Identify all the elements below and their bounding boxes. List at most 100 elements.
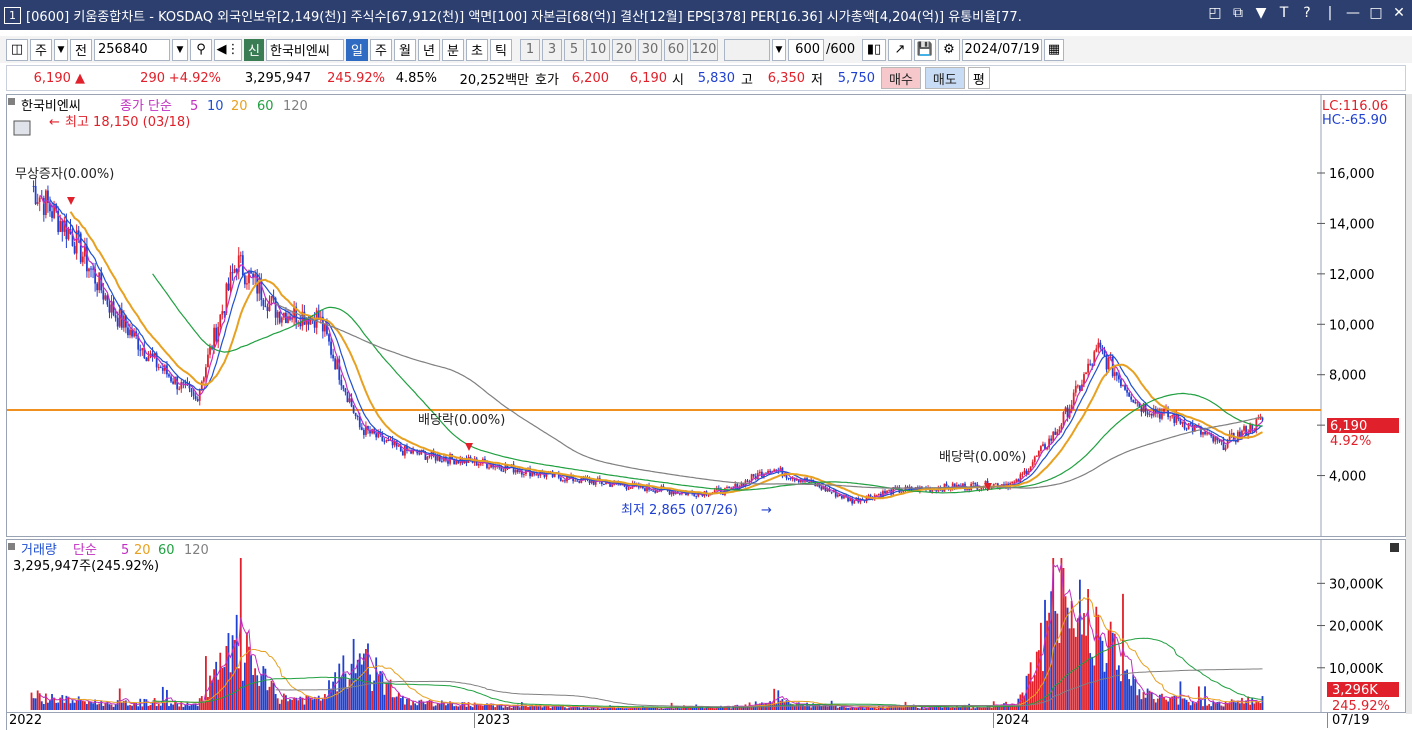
volume-bar (492, 705, 495, 710)
volume-bar (1042, 671, 1044, 710)
custom-interval-select[interactable] (724, 38, 770, 61)
all-button[interactable]: 전 (70, 38, 92, 61)
candle-body (404, 445, 406, 456)
candle-body (344, 388, 347, 393)
eval-button[interactable]: 평 (967, 67, 990, 89)
candle-body (752, 474, 755, 477)
interval-20[interactable]: 20 (612, 38, 636, 61)
chevron-down-icon[interactable]: ▼ (54, 38, 68, 61)
volume-bar (457, 706, 460, 710)
volume-bar (262, 666, 265, 710)
market-select[interactable]: 주 (30, 38, 52, 61)
period-year-tab[interactable]: 년 (418, 38, 440, 61)
period-second-tab[interactable]: 초 (466, 38, 488, 61)
period-minute-tab[interactable]: 분 (442, 38, 464, 61)
candle-body (44, 190, 47, 215)
text-icon[interactable]: T (1277, 5, 1291, 21)
volume-chart-svg[interactable]: 10,000K 20,000K 30,000K 거래량 단순 5 20 60 120… (7, 540, 1405, 714)
volume-bar (129, 704, 131, 710)
layout-icon[interactable]: ◰ (1208, 5, 1222, 21)
data-count-input[interactable]: 600 (788, 38, 824, 61)
volume-bar (523, 705, 525, 710)
sell-button[interactable]: 매도 (924, 67, 965, 89)
copy-icon[interactable]: ⧉ (1231, 5, 1245, 21)
volume-bar (92, 703, 94, 710)
volume-bar (711, 707, 714, 710)
volume-bar (953, 707, 956, 710)
interval-120[interactable]: 120 (690, 38, 718, 61)
candle-body (229, 272, 232, 291)
volume-bar (943, 706, 946, 710)
buy-button[interactable]: 매수 (881, 67, 921, 89)
volume-bar (1095, 606, 1098, 710)
layout-toggle-icon[interactable]: ◫ (6, 38, 28, 61)
calendar-icon[interactable]: ▦ (1044, 38, 1064, 61)
volume-chart-panel[interactable]: 10,000K 20,000K 30,000K 거래량 단순 5 20 60 120… (6, 539, 1406, 714)
candle-body (375, 433, 378, 438)
volume-bar (1163, 697, 1165, 710)
interval-10[interactable]: 10 (586, 38, 610, 61)
stock-code-input[interactable]: 256840 (94, 38, 170, 61)
volume-bar (227, 633, 230, 710)
volume-bar (1120, 681, 1122, 710)
candle-body (38, 197, 41, 202)
candle-body (65, 220, 68, 240)
volume-bar (869, 707, 872, 710)
candle-body (194, 395, 197, 400)
volume-bar (178, 706, 181, 710)
search-icon[interactable]: ⚲ (190, 38, 212, 61)
stock-name-field[interactable]: 한국비엔씨 (266, 38, 344, 61)
volume-bar (594, 708, 597, 710)
volume-bar (309, 697, 312, 710)
candle-body (576, 480, 579, 482)
save-icon[interactable]: 💾 (914, 38, 936, 61)
volume-bar (209, 675, 211, 710)
interval-1[interactable]: 1 (520, 38, 540, 61)
volume-bar (311, 699, 314, 710)
pin-icon[interactable]: ▼ (1254, 5, 1268, 21)
data-table-icon[interactable] (13, 120, 31, 136)
quote-bar: 6,190 ▲ 290 +4.92% 3,295,947 245.92% 4.8… (6, 65, 1406, 91)
maximize-icon[interactable]: □ (1369, 5, 1383, 21)
code-dropdown-icon[interactable]: ▼ (172, 38, 188, 61)
period-month-tab[interactable]: 월 (394, 38, 416, 61)
volume-bar (149, 705, 152, 710)
price-chart-panel[interactable]: 4,0006,0008,00010,00012,00014,00016,000 … (6, 94, 1406, 537)
volume-bar (1091, 656, 1094, 710)
volume-bar (326, 697, 328, 710)
date-input[interactable]: 2024/07/19 (962, 38, 1042, 61)
period-week-tab[interactable]: 주 (370, 38, 392, 61)
sound-icon[interactable]: ◀⋮ (214, 38, 242, 61)
candle-body (159, 367, 162, 369)
custom-interval-chevron-icon[interactable]: ▼ (772, 38, 786, 61)
interval-30[interactable]: 30 (638, 38, 662, 61)
candle-body (330, 341, 332, 355)
candle-body (360, 427, 363, 430)
candle-body (1181, 421, 1184, 424)
volume-bar (1249, 704, 1252, 710)
panel-close-icon[interactable] (1390, 543, 1399, 552)
up-arrow-icon: ▲ (75, 70, 85, 86)
interval-60[interactable]: 60 (664, 38, 688, 61)
volume-bar (525, 706, 527, 710)
close-icon[interactable]: ✕ (1392, 5, 1406, 21)
window-number[interactable]: 1 (4, 6, 21, 24)
draw-tool-icon[interactable]: ↗ (888, 38, 912, 61)
candle-body (1150, 413, 1153, 416)
candle-body (514, 469, 517, 473)
vertical-scrollbar[interactable] (1406, 94, 1412, 714)
help-icon[interactable]: ? (1300, 5, 1314, 21)
volume-bar (410, 705, 412, 710)
candle-body (746, 480, 749, 482)
price-chart-svg[interactable]: 4,0006,0008,00010,00012,00014,00016,000 … (7, 95, 1405, 536)
period-day-tab[interactable]: 일 (346, 38, 368, 61)
period-tick-tab[interactable]: 틱 (490, 38, 512, 61)
volume-bar (153, 698, 156, 710)
candle-type-icon[interactable]: ▮▯ (862, 38, 886, 61)
gear-icon[interactable]: ⚙ (938, 38, 960, 61)
minimize-icon[interactable]: — (1346, 5, 1360, 21)
candle-body (207, 354, 209, 368)
volume-bar (1156, 698, 1159, 710)
interval-5[interactable]: 5 (564, 38, 584, 61)
interval-3[interactable]: 3 (542, 38, 562, 61)
